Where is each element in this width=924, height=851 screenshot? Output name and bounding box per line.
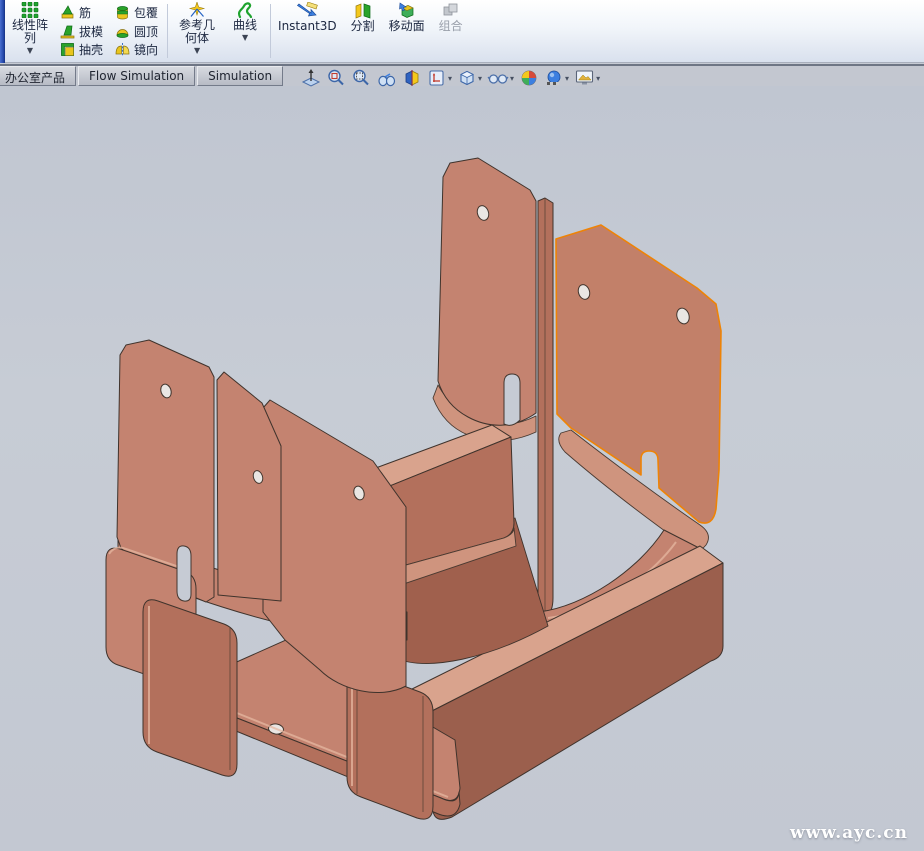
- linear-pattern-icon: [21, 2, 39, 18]
- command-manager-toolbar: 线性阵列 ▼ 筋 拔模: [0, 0, 924, 63]
- reference-geometry-button[interactable]: 参考几何体 ▼: [171, 0, 223, 62]
- curves-dropdown[interactable]: ▼: [242, 34, 248, 42]
- shell-icon: [60, 42, 75, 57]
- watermark: www.ayc.cn: [790, 823, 908, 843]
- keyhole-notch: [504, 374, 520, 425]
- instant3d-label: Instant3D: [278, 20, 337, 33]
- dome-icon: [115, 24, 130, 39]
- dome-button[interactable]: 圆顶: [111, 22, 162, 41]
- wrap-label: 包覆: [134, 4, 158, 21]
- linear-pattern-dropdown[interactable]: ▼: [27, 47, 33, 55]
- curves-button[interactable]: 曲线 ▼: [223, 0, 267, 62]
- toolbar-separator: [167, 4, 168, 58]
- draft-label: 拔模: [79, 23, 103, 40]
- move-face-label: 移动面: [389, 20, 425, 33]
- instant3d-icon: [295, 2, 319, 19]
- previous-view-icon[interactable]: [375, 67, 398, 89]
- hide-show-items-icon[interactable]: ▾: [486, 67, 515, 89]
- mirror-label: 镜向: [134, 41, 158, 58]
- zoom-to-fit-icon[interactable]: [325, 67, 347, 89]
- post-face[interactable]: [347, 670, 433, 819]
- linear-pattern-label: 线性阵列: [10, 19, 50, 45]
- rib-button[interactable]: 筋: [56, 3, 107, 22]
- left-foot-front[interactable]: [143, 600, 237, 776]
- curves-label: 曲线: [233, 19, 257, 32]
- solidworks-window: 线性阵列 ▼ 筋 拔模: [0, 0, 924, 851]
- front-post-foot[interactable]: [347, 670, 433, 819]
- display-style-icon[interactable]: ▾: [456, 67, 483, 89]
- mirror-icon: [115, 42, 130, 57]
- move-face-icon: [397, 2, 416, 19]
- window-edge: [0, 0, 5, 63]
- split-icon: [354, 2, 372, 19]
- back-flap-face[interactable]: [438, 158, 536, 425]
- selected-mounting-plate[interactable]: [556, 225, 721, 550]
- wrap-icon: [115, 5, 130, 20]
- toolbar-separator: [270, 4, 271, 58]
- edit-appearance-icon[interactable]: [518, 67, 540, 89]
- split-button[interactable]: 分割: [341, 0, 385, 62]
- wall-edge-strip[interactable]: [538, 198, 553, 617]
- dome-label: 圆顶: [134, 23, 158, 40]
- move-face-button[interactable]: 移动面: [385, 0, 429, 62]
- linear-pattern-button[interactable]: 线性阵列 ▼: [6, 0, 54, 62]
- selected-plate-face[interactable]: [556, 225, 721, 523]
- wrap-button[interactable]: 包覆: [111, 3, 162, 22]
- curves-icon: [236, 2, 254, 18]
- view-orientation-icon[interactable]: ▾: [426, 67, 453, 89]
- feature-column-1: 筋 拔模 抽壳: [54, 0, 109, 62]
- reference-geometry-label: 参考几何体: [175, 19, 219, 45]
- shell-label: 抽壳: [79, 41, 103, 58]
- draft-icon: [60, 24, 75, 39]
- combine-icon: [442, 2, 460, 19]
- instant3d-button[interactable]: Instant3D: [274, 0, 341, 62]
- section-view-icon[interactable]: [401, 67, 423, 89]
- mirror-button[interactable]: 镜向: [111, 40, 162, 59]
- tab-flow-simulation[interactable]: Flow Simulation: [78, 66, 195, 86]
- rib-label: 筋: [79, 4, 91, 21]
- back-flap[interactable]: [433, 158, 536, 441]
- draft-button[interactable]: 拔模: [56, 22, 107, 41]
- reference-geometry-icon: [188, 2, 206, 18]
- graphics-viewport[interactable]: www.ayc.cn: [0, 86, 924, 851]
- apply-scene-icon[interactable]: ▾: [543, 67, 570, 89]
- combine-button: 组合: [429, 0, 473, 62]
- normal-to-icon[interactable]: [300, 67, 322, 89]
- left-foot-front-face[interactable]: [143, 600, 237, 776]
- split-label: 分割: [351, 20, 375, 33]
- shell-button[interactable]: 抽壳: [56, 40, 107, 59]
- rib-icon: [60, 5, 75, 20]
- reference-geometry-dropdown[interactable]: ▼: [194, 47, 200, 55]
- model-canvas[interactable]: [0, 86, 924, 851]
- combine-label: 组合: [439, 20, 463, 33]
- heads-up-view-toolbar: ▾ ▾ ▾: [300, 66, 601, 90]
- zoom-to-area-icon[interactable]: [350, 67, 372, 89]
- feature-column-2: 包覆 圆顶 镜向: [109, 0, 164, 62]
- tab-office-products[interactable]: 办公室产品: [0, 66, 76, 86]
- tab-simulation[interactable]: Simulation: [197, 66, 283, 86]
- left-foot-slot: [177, 546, 191, 601]
- view-settings-icon[interactable]: ▾: [573, 67, 601, 89]
